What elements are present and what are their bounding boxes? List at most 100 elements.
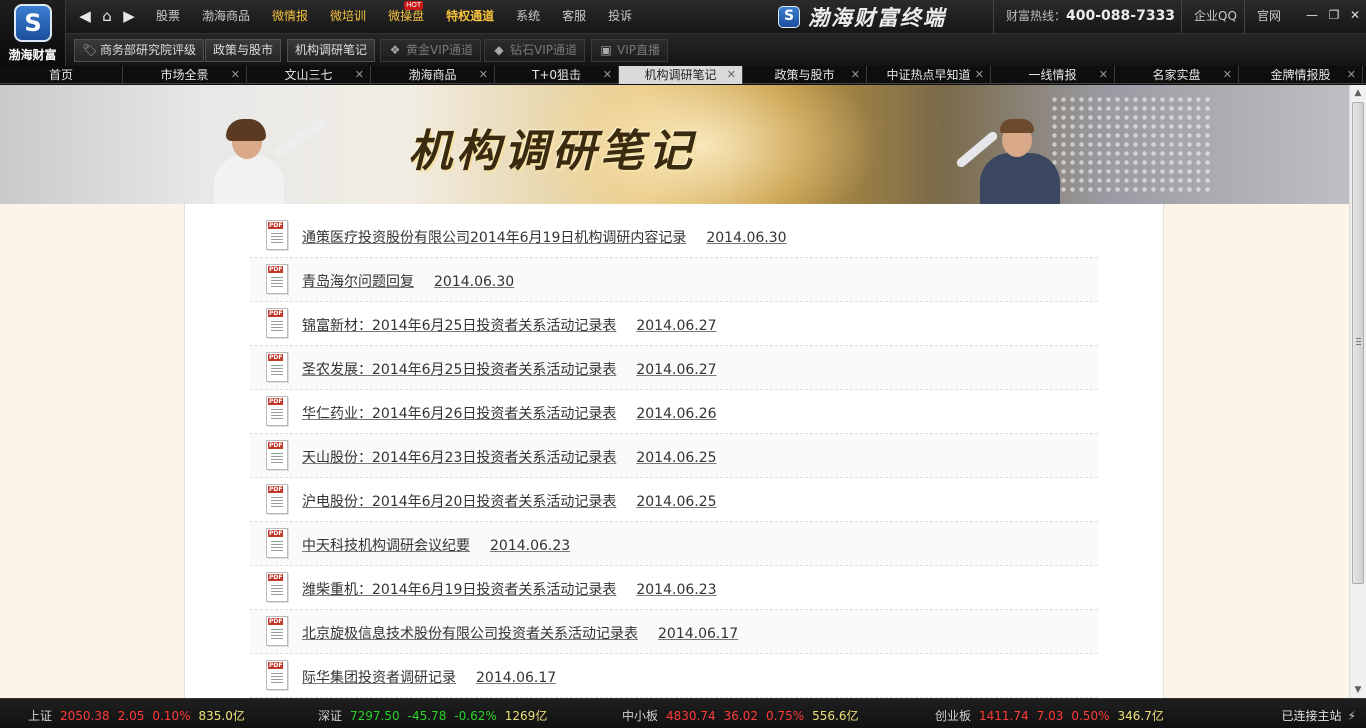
document-link[interactable]: 中天科技机构调研会议纪要 2014.06.23 [302, 535, 570, 555]
menu-item-3[interactable]: 微培训 [319, 0, 377, 33]
tab-4[interactable]: T+0狙击 ✕ [495, 66, 619, 84]
tab-close-icon[interactable]: ✕ [479, 66, 488, 84]
enterprise-qq-link[interactable]: 企业QQ [1181, 0, 1237, 33]
scroll-up-icon[interactable]: ▲ [1350, 85, 1366, 101]
index-2[interactable]: 中小板 4830.74 36.02 0.75% 556.6亿 [622, 707, 866, 724]
pdf-icon[interactable] [266, 352, 288, 382]
pdf-icon[interactable] [266, 220, 288, 250]
toolbar-button-0[interactable]: 🏷 商务部研究院评级 [74, 39, 205, 62]
tab-8[interactable]: 一线情报 ✕ [991, 66, 1115, 84]
tab-close-icon[interactable]: ✕ [355, 66, 364, 84]
tab-close-icon[interactable]: ✕ [1099, 66, 1108, 84]
hot-badge: HOT [404, 1, 424, 10]
tab-9[interactable]: 名家实盘 ✕ [1115, 66, 1239, 84]
menu-item-0[interactable]: 股票 [145, 0, 191, 33]
document-link[interactable]: 青岛海尔问题回复 2014.06.30 [302, 271, 514, 291]
tab-1[interactable]: 市场全景 ✕ [123, 66, 247, 84]
menu-item-5[interactable]: 特权通道 [435, 0, 505, 33]
close-icon[interactable]: ✕ [1348, 8, 1362, 22]
tab-10[interactable]: 金牌情报股 ✕ [1239, 66, 1363, 84]
pdf-icon[interactable] [266, 308, 288, 338]
back-arrow-icon[interactable]: ◀ [76, 6, 94, 26]
document-date: 2014.06.17 [658, 626, 739, 642]
menu-item-4[interactable]: 微操盘 HOT [377, 0, 435, 33]
tab-label: 金牌情报股 [1270, 68, 1331, 82]
tab-0[interactable]: 首页 [0, 66, 123, 84]
index-volume: 556.6亿 [812, 709, 859, 723]
pdf-icon[interactable] [266, 572, 288, 602]
document-link[interactable]: 圣农发展：2014年6月25日投资者关系活动记录表 2014.06.27 [302, 359, 717, 379]
document-link[interactable]: 通策医疗投资股份有限公司2014年6月19日机构调研内容记录 2014.06.30 [302, 227, 787, 247]
tab-close-icon[interactable]: ✕ [1223, 66, 1232, 84]
document-link[interactable]: 潍柴重机：2014年6月19日投资者关系活动记录表 2014.06.23 [302, 579, 717, 599]
document-row: 中天科技机构调研会议纪要 2014.06.23 [250, 522, 1098, 566]
tab-label: 文山三七 [284, 68, 333, 82]
diamond-icon: ◆ [494, 43, 504, 57]
toolbar-button-2[interactable]: 机构调研笔记 [287, 39, 376, 62]
tab-label: 机构调研笔记 [644, 68, 717, 82]
plug-icon[interactable]: ⚡ [1348, 709, 1356, 723]
tab-close-icon[interactable]: ✕ [851, 66, 860, 84]
document-title: 潍柴重机：2014年6月19日投资者关系活动记录表 [302, 582, 617, 598]
document-row: 潍柴重机：2014年6月19日投资者关系活动记录表 2014.06.23 [250, 566, 1098, 610]
scrollbar-thumb[interactable] [1352, 102, 1364, 584]
tab-label: 市场全景 [160, 68, 209, 82]
index-3[interactable]: 创业板 1411.74 7.03 0.50% 346.7亿 [935, 707, 1172, 724]
app-logo[interactable]: 渤海财富 [0, 0, 66, 66]
tab-3[interactable]: 渤海商品 ✕ [371, 66, 495, 84]
forward-arrow-icon[interactable]: ▶ [120, 6, 138, 26]
toolbar-button-1[interactable]: 政策与股市 [205, 39, 282, 62]
tab-7[interactable]: 中证热点早知道 ✕ [867, 66, 991, 84]
index-value: 1411.74 [979, 709, 1029, 723]
tab-close-icon[interactable]: ✕ [1347, 66, 1356, 84]
document-title: 锦富新材：2014年6月25日投资者关系活动记录表 [302, 318, 617, 334]
pdf-icon[interactable] [266, 528, 288, 558]
pdf-icon[interactable] [266, 440, 288, 470]
pdf-icon[interactable] [266, 264, 288, 294]
document-row: 通策医疗投资股份有限公司2014年6月19日机构调研内容记录 2014.06.30 [250, 214, 1098, 258]
toolbar-button-label: 黄金VIP通道 [406, 43, 473, 57]
tab-label: 首页 [48, 68, 73, 82]
document-date: 2014.06.23 [490, 538, 571, 554]
document-link[interactable]: 际华集团投资者调研记录 2014.06.17 [302, 667, 556, 687]
document-link[interactable]: 北京旋极信息技术股份有限公司投资者关系活动记录表 2014.06.17 [302, 623, 738, 643]
pdf-icon[interactable] [266, 396, 288, 426]
index-1[interactable]: 深证 7297.50 -45.78 -0.62% 1269亿 [318, 707, 555, 724]
index-0[interactable]: 上证 2050.38 2.05 0.10% 835.0亿 [28, 707, 253, 724]
restore-icon[interactable]: ❐ [1327, 8, 1341, 22]
toolbar-button-4[interactable]: ◆ 钻石VIP通道 [484, 39, 585, 62]
pdf-icon[interactable] [266, 484, 288, 514]
document-date: 2014.06.25 [636, 494, 717, 510]
document-link[interactable]: 沪电股份：2014年6月20日投资者关系活动记录表 2014.06.25 [302, 491, 717, 511]
document-link[interactable]: 天山股份：2014年6月23日投资者关系活动记录表 2014.06.25 [302, 447, 717, 467]
index-pct: 0.10% [152, 709, 191, 723]
official-site-link[interactable]: 官网 [1244, 0, 1281, 33]
toolbar-button-3[interactable]: ❖ 黄金VIP通道 [380, 39, 481, 62]
pdf-icon[interactable] [266, 616, 288, 646]
menu-item-7[interactable]: 客服 [551, 0, 597, 33]
tab-2[interactable]: 文山三七 ✕ [247, 66, 371, 84]
scroll-down-icon[interactable]: ▼ [1350, 682, 1366, 698]
tab-6[interactable]: 政策与股市 ✕ [743, 66, 867, 84]
tab-close-icon[interactable]: ✕ [727, 66, 736, 84]
tab-close-icon[interactable]: ✕ [603, 66, 612, 84]
menu-item-8[interactable]: 投诉 [597, 0, 643, 33]
tab-5[interactable]: 机构调研笔记 ✕ [619, 66, 743, 84]
document-date: 2014.06.30 [434, 274, 515, 290]
menu-item-6[interactable]: 系统 [505, 0, 551, 33]
index-change: 2.05 [117, 709, 145, 723]
document-link[interactable]: 华仁药业：2014年6月26日投资者关系活动记录表 2014.06.26 [302, 403, 717, 423]
tab-close-icon[interactable]: ✕ [231, 66, 240, 84]
vertical-scrollbar[interactable]: ▲ ▼ [1349, 85, 1366, 698]
pdf-icon[interactable] [266, 660, 288, 690]
menu-item-1[interactable]: 渤海商品 [191, 0, 261, 33]
minimize-icon[interactable]: — [1305, 8, 1319, 22]
toolbar-button-label: VIP直播 [617, 43, 660, 57]
toolbar-button-5[interactable]: ▣ VIP直播 [591, 39, 668, 62]
index-name: 上证 [28, 709, 53, 723]
menu-item-2[interactable]: 微情报 [261, 0, 319, 33]
home-icon[interactable]: ⌂ [98, 6, 116, 26]
tab-close-icon[interactable]: ✕ [975, 66, 984, 84]
document-link[interactable]: 锦富新材：2014年6月25日投资者关系活动记录表 2014.06.27 [302, 315, 717, 335]
document-title: 中天科技机构调研会议纪要 [302, 538, 470, 554]
